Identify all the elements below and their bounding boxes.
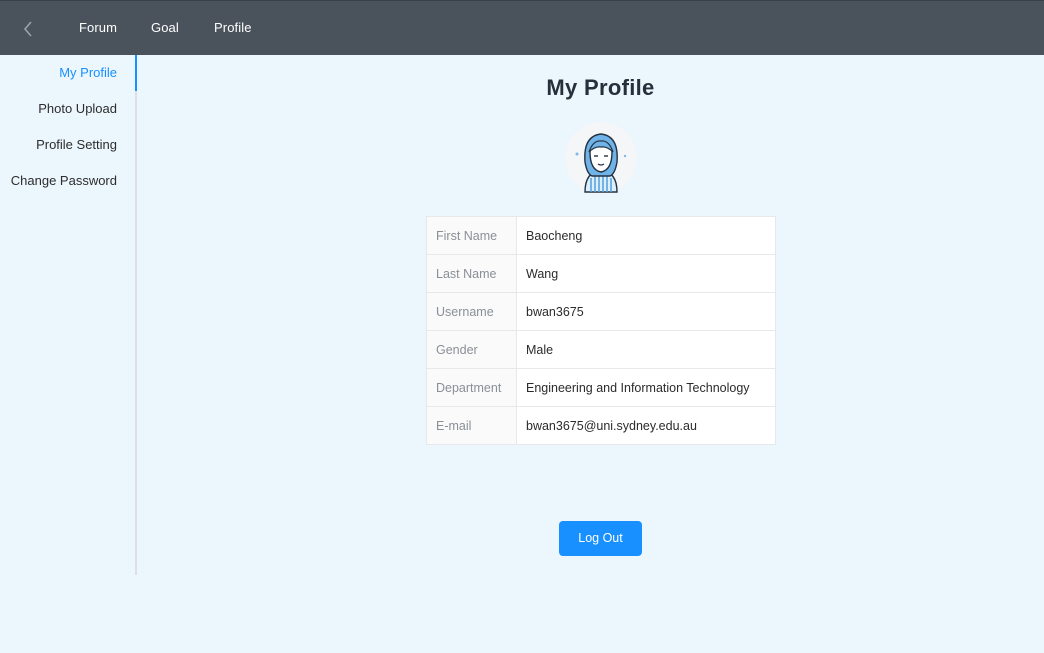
field-value-department: Engineering and Information Technology <box>516 368 776 407</box>
nav-goal[interactable]: Goal <box>151 20 179 35</box>
field-label-last-name: Last Name <box>426 254 517 293</box>
field-label-username: Username <box>426 292 517 331</box>
back-chevron-icon[interactable] <box>20 19 38 39</box>
log-out-button[interactable]: Log Out <box>559 521 642 556</box>
sidebar-item-my-profile[interactable]: My Profile <box>0 55 137 91</box>
sidebar-item-profile-setting[interactable]: Profile Setting <box>0 127 135 163</box>
sidebar: My Profile Photo Upload Profile Setting … <box>0 55 137 575</box>
table-row: First Name Baocheng <box>426 216 776 255</box>
table-row: Department Engineering and Information T… <box>426 368 776 407</box>
sidebar-item-photo-upload[interactable]: Photo Upload <box>0 91 135 127</box>
field-label-department: Department <box>426 368 517 407</box>
field-value-username: bwan3675 <box>516 292 776 331</box>
field-label-first-name: First Name <box>426 216 517 255</box>
field-value-gender: Male <box>516 330 776 369</box>
table-row: Last Name Wang <box>426 254 776 293</box>
table-row: Gender Male <box>426 330 776 369</box>
field-label-email: E-mail <box>426 406 517 445</box>
nav-forum[interactable]: Forum <box>79 20 117 35</box>
page-title: My Profile <box>546 75 655 100</box>
sidebar-item-change-password[interactable]: Change Password <box>0 163 135 199</box>
table-row: E-mail bwan3675@uni.sydney.edu.au <box>426 406 776 445</box>
avatar <box>565 122 637 194</box>
main-content: My Profile First Name Baocheng Last Name… <box>138 55 1044 653</box>
field-value-first-name: Baocheng <box>516 216 776 255</box>
field-label-gender: Gender <box>426 330 517 369</box>
person-avatar-icon <box>575 133 627 193</box>
field-value-last-name: Wang <box>516 254 776 293</box>
table-row: Username bwan3675 <box>426 292 776 331</box>
profile-info-table: First Name Baocheng Last Name Wang Usern… <box>426 216 776 445</box>
top-navbar: Forum Goal Profile <box>0 0 1044 55</box>
field-value-email: bwan3675@uni.sydney.edu.au <box>516 406 776 445</box>
nav-profile[interactable]: Profile <box>214 20 252 35</box>
